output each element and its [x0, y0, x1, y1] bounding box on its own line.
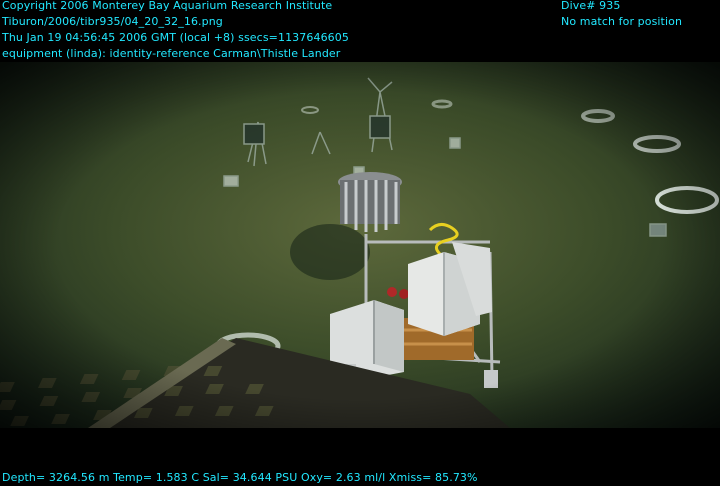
equipment-text: equipment (linda): identity-reference Ca…: [2, 47, 341, 60]
timestamp-text: Thu Jan 19 04:56:45 2006 GMT (local +8) …: [2, 31, 349, 44]
file-path-text: Tiburon/2006/tibr935/04_20_32_16.png: [2, 15, 223, 28]
position-status-text: No match for position: [561, 15, 683, 28]
video-frame: Copyright 2006 Monterey Bay Aquarium Res…: [0, 0, 720, 486]
overlay-bottom: Depth= 3264.56 m Temp= 1.583 C Sal= 34.6…: [2, 470, 478, 486]
overlay-top-right: Dive# 935 No match for position: [561, 0, 682, 30]
copyright-text: Copyright 2006 Monterey Bay Aquarium Res…: [2, 0, 333, 12]
overlay-top-left: Copyright 2006 Monterey Bay Aquarium Res…: [2, 0, 349, 62]
dive-number-text: Dive# 935: [561, 0, 621, 12]
seafloor-scene: [0, 62, 720, 428]
scene-illustration: [0, 62, 720, 428]
telemetry-text: Depth= 3264.56 m Temp= 1.583 C Sal= 34.6…: [2, 471, 478, 484]
